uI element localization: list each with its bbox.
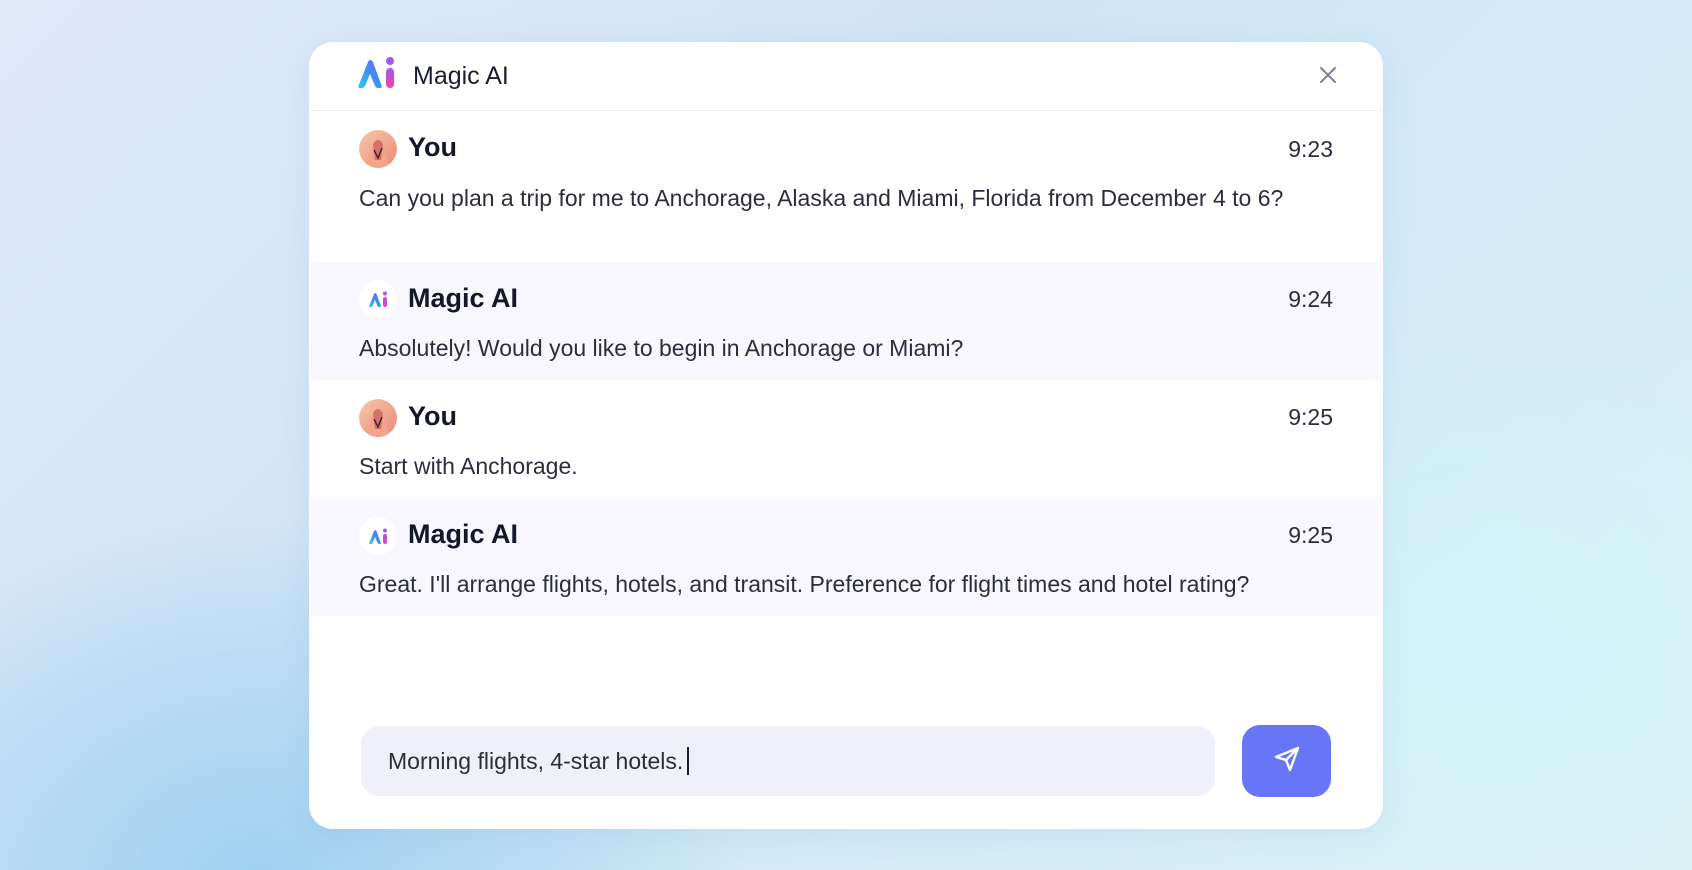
send-icon [1272,744,1302,779]
message-time: 9:25 [1288,522,1333,548]
message-input[interactable]: Morning flights, 4-star hotels. [361,726,1215,796]
close-button[interactable] [1313,62,1343,92]
close-icon [1318,65,1338,90]
app-title: Magic AI [413,62,509,90]
message-author: Magic AI [408,283,519,313]
message-author: You [408,401,457,431]
message-item: Magic AI 9:24 Absolutely! Would you like… [311,262,1381,380]
message-item: Magic AI 9:25 Great. I'll arrange flight… [311,498,1381,616]
chat-window: Magic AI You 9:23 Can you plan a trip fo… [309,42,1383,829]
message-time: 9:24 [1288,286,1333,312]
magic-ai-logo-icon [356,56,396,90]
magic-ai-avatar [359,517,397,555]
message-text: Start with Anchorage. [359,453,578,479]
user-avatar [359,130,397,168]
message-text: Can you plan a trip for me to Anchorage,… [359,185,1284,211]
message-text: Great. I'll arrange flights, hotels, and… [359,571,1250,597]
message-item: You 9:25 Start with Anchorage. [311,380,1381,498]
magic-ai-avatar [359,280,397,318]
message-input-value: Morning flights, 4-star hotels. [388,747,684,774]
message-author: You [408,132,457,162]
send-button[interactable] [1242,725,1331,797]
user-avatar [359,399,397,437]
message-time: 9:25 [1288,404,1333,430]
message-author: Magic AI [408,519,519,549]
message-time: 9:23 [1288,136,1333,162]
chat-header: Magic AI [309,42,1383,111]
message-text: Absolutely! Would you like to begin in A… [359,335,964,361]
text-caret [687,747,690,775]
message-item: You 9:23 Can you plan a trip for me to A… [311,111,1381,261]
